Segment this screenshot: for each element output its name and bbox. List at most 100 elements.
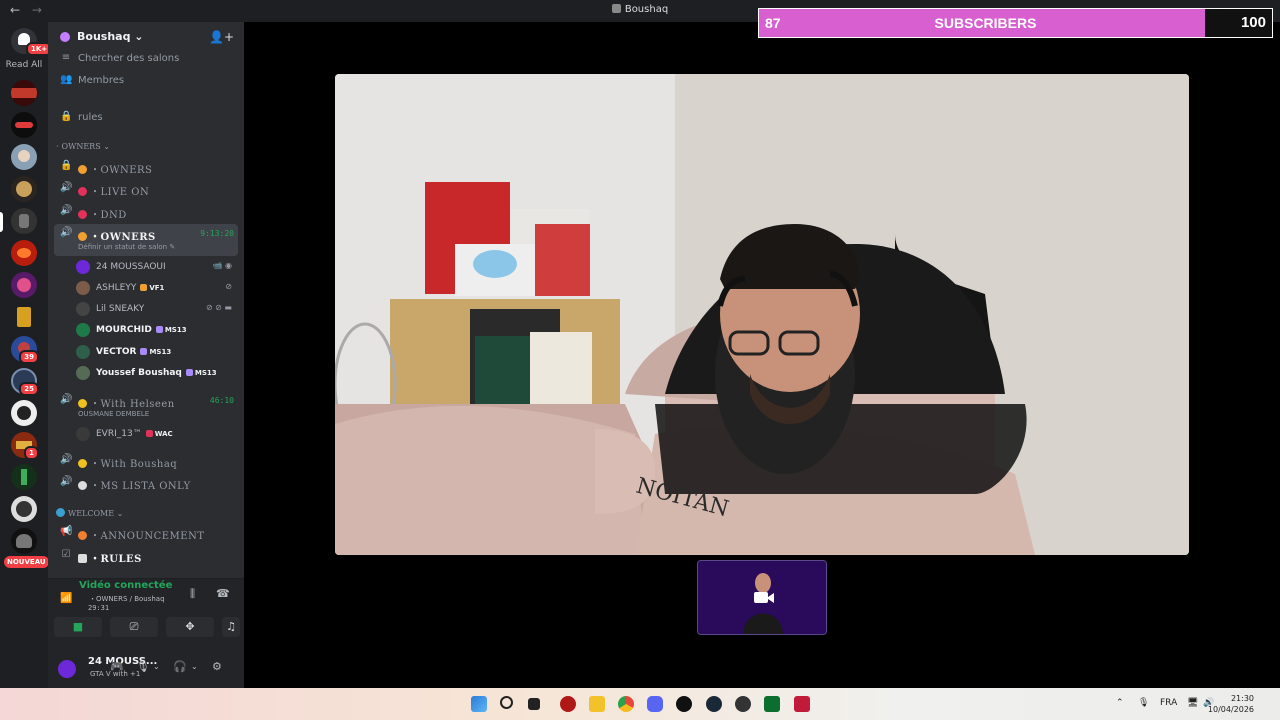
server-badge: 39 [19,350,39,364]
server-icon[interactable] [11,464,37,490]
app-icon[interactable] [676,696,692,712]
tag-label: WAC [154,430,173,438]
star-icon [78,459,87,468]
avatar [76,345,90,359]
microphone-icon[interactable]: 🎙 [136,660,150,673]
server-icon[interactable] [11,112,37,138]
chevron-up-icon[interactable]: ⌃ [1116,698,1124,708]
voice-channel-ms-lista[interactable]: 🔊 ・MS LISTA ONLY [54,473,238,493]
clock[interactable]: 21:30 10/04/2026 [1208,693,1254,715]
windows-start-icon[interactable] [471,696,487,712]
voice-user[interactable]: EVRI_13™ WAC [76,424,236,444]
server-icon[interactable] [11,144,37,170]
soundboard-button[interactable]: ♫ [222,617,240,637]
server-icon[interactable] [11,240,37,266]
channel-announcement[interactable]: 📢 ・ANNOUNCEMENT [54,523,238,543]
window-title-text: Boushaq [624,4,669,15]
channel-label: ・OWNERS [90,232,156,243]
speaker-icon: 🔊 [60,394,73,405]
disconnect-icon[interactable]: ☎ [216,587,230,600]
voice-channel-status: OUSMANE DEMBELE [78,410,150,418]
channel-sidebar: Boushaq ⌄ 👤+ ≡ Chercher des salons 👥 Membr… [48,22,244,688]
discord-home-icon[interactable]: 1K+ [11,28,53,56]
pin-icon [78,531,87,540]
channel-rules-welcome[interactable]: ☑ ・RULES [54,546,238,566]
channel-dnd[interactable]: 🔊 ・DND [54,202,238,222]
channel-search[interactable]: ≡ Chercher des salons [54,49,238,69]
voice-user[interactable]: Youssef Boushaq MS13 [76,363,236,383]
terminal-icon[interactable] [764,696,780,712]
voice-channel-boushaq[interactable]: 🔊 ・With Boushaq [54,451,238,471]
category-owners[interactable]: · OWNERS ⌄ [56,142,110,151]
folder-icon[interactable] [589,696,605,712]
voice-user[interactable]: ASHLEYY VF1 ⊘ [76,278,236,298]
voice-user[interactable]: MOURCHID MS13 [76,320,236,340]
server-icon[interactable] [11,176,37,202]
camera-button[interactable]: ■ [54,617,102,637]
server-icon[interactable] [11,208,37,234]
voice-user[interactable]: Lil SNEAKY ⊘ ⊘ ▬ [76,299,236,319]
search-icon[interactable] [500,696,513,709]
chrome-icon[interactable] [618,696,634,712]
user-name: 24 MOUSSAOUI [96,262,166,272]
network-icon[interactable]: 🖥 [1187,698,1198,708]
channel-owners-text[interactable]: 🔒 ・OWNERS [54,157,238,177]
task-view-icon[interactable] [528,698,540,710]
avatar [76,260,90,274]
app-icon[interactable] [560,696,576,712]
server-icon[interactable]: 39 [11,336,39,364]
server-icon[interactable] [11,80,37,106]
signal-icon[interactable]: 📶 [60,593,72,604]
subscriber-goal-bar: 87 SUBSCRIBERS 100 [758,8,1273,38]
server-icon[interactable]: 25 [11,368,39,396]
noise-suppression-icon[interactable]: ⫼ [190,587,195,601]
channel-rules[interactable]: 🔒 rules [54,108,238,128]
server-icon[interactable] [11,496,37,522]
lock-icon: 🔒 [60,160,73,171]
channel-name: ・With Helseen [78,395,175,410]
steam-icon[interactable] [706,696,722,712]
selected-indicator [0,212,3,232]
server-icon[interactable]: 1 [11,432,39,460]
voice-status[interactable]: Vidéo connectée [79,580,172,591]
gamepad-icon[interactable]: 🎮 [110,660,124,673]
avatar[interactable] [56,658,78,680]
self-video-preview[interactable] [697,560,827,635]
add-member-icon[interactable]: 👤+ [209,30,234,44]
read-all-button[interactable]: 1K+ Read All [0,28,53,70]
no-entry-icon [78,210,87,219]
server-rail: 1K+ Read All 39 25 1 NOUVEAU [0,22,53,688]
chevron-down-icon[interactable]: ⌄ [153,662,160,671]
members-item[interactable]: 👥 Membres [54,71,238,91]
category-welcome[interactable]: WELCOME ⌄ [56,508,123,518]
voice-user-name: 24 MOUSSAOUI [96,262,166,272]
voice-channel-link[interactable]: ・OWNERS / Boushaq [89,594,165,604]
language-indicator[interactable]: FRA [1160,698,1177,708]
voice-user[interactable]: 24 MOUSSAOUI 📹 ◉ [76,257,236,277]
main-video-stream[interactable]: NOITAN [335,74,1189,555]
new-messages-badge[interactable]: NOUVEAU [4,556,49,568]
voice-channel-status[interactable]: Définir un statut de salon ✎ [78,243,175,251]
server-icon[interactable] [11,400,37,426]
voice-channel-helseen[interactable]: 🔊 ・With Helseen 46:10 OUSMANE DEMBELE [54,391,238,419]
server-icon[interactable] [11,272,37,298]
channel-name: ・MS LISTA ONLY [78,477,191,492]
headphones-icon[interactable]: 🎧 [173,660,187,673]
activities-button[interactable]: ✥ [166,617,214,637]
chevron-down-icon[interactable]: ⌄ [191,662,198,671]
channel-live-on[interactable]: 🔊 ・LIVE ON [54,179,238,199]
server-icon[interactable] [11,528,37,554]
guild-name[interactable]: Boushaq ⌄ [77,30,144,43]
app-icon[interactable] [794,696,810,712]
page-icon [78,554,87,563]
voice-user[interactable]: VECTOR MS13 [76,342,236,362]
server-icon[interactable] [11,304,37,330]
discord-icon[interactable] [647,696,663,712]
checkbox-icon: ☑ [61,549,71,560]
obs-icon[interactable] [735,696,751,712]
gear-icon[interactable]: ⚙ [212,660,222,673]
voice-channel-owners[interactable]: 🔊 ・OWNERS 9:13:20 Définir un statut de s… [54,224,238,256]
user-tag: MS13 [155,326,187,334]
screen-share-button[interactable]: ⎚ [110,617,158,637]
microphone-icon[interactable]: 🎙 [1138,698,1149,708]
